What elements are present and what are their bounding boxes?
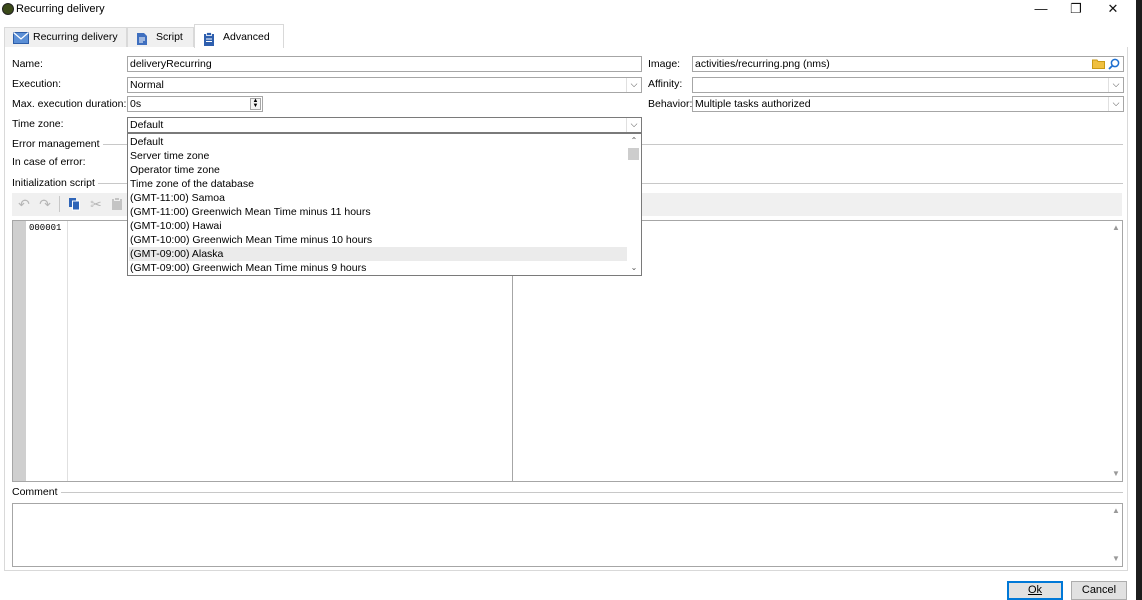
timezone-label: Time zone:: [12, 118, 64, 130]
paste-icon[interactable]: [110, 197, 124, 211]
toolbar-divider: [59, 196, 60, 212]
spinner-stepper[interactable]: ▲ ▼: [250, 98, 261, 110]
window-title: Recurring delivery: [16, 3, 105, 15]
scroll-up-icon[interactable]: ▲: [1110, 222, 1122, 234]
execution-label: Execution:: [12, 78, 62, 90]
list-item[interactable]: (GMT-11:00) Samoa: [129, 191, 627, 205]
tab-script[interactable]: Script: [127, 27, 194, 47]
timezone-dropdown-list: Default Server time zone Operator time z…: [127, 133, 642, 276]
error-management-label: Error management: [12, 138, 103, 150]
cancel-button[interactable]: Cancel: [1071, 581, 1127, 600]
timezone-select[interactable]: Default ⌵: [127, 117, 642, 133]
ok-button[interactable]: Ok: [1007, 581, 1063, 600]
copy-icon[interactable]: [67, 197, 81, 211]
chevron-down-icon[interactable]: ⌵: [1108, 78, 1123, 92]
behavior-select[interactable]: Multiple tasks authorized ⌵: [692, 96, 1124, 112]
affinity-label: Affinity:: [648, 78, 683, 90]
folder-icon[interactable]: [1092, 58, 1105, 73]
scroll-down-icon[interactable]: ▼: [1110, 553, 1122, 565]
redo-icon[interactable]: ↷: [38, 197, 52, 211]
name-label: Name:: [12, 58, 43, 70]
list-item[interactable]: (GMT-10:00) Greenwich Mean Time minus 10…: [129, 233, 627, 247]
list-item[interactable]: Operator time zone: [129, 163, 627, 177]
search-icon[interactable]: [1108, 58, 1120, 74]
in-case-of-error-label: In case of error:: [12, 156, 86, 168]
scroll-down-icon[interactable]: ▼: [1110, 468, 1122, 480]
list-item[interactable]: (GMT-11:00) Greenwich Mean Time minus 11…: [129, 205, 627, 219]
minimize-button[interactable]: —: [1022, 0, 1060, 20]
init-script-label: Initialization script: [12, 177, 98, 189]
comment-textarea[interactable]: [12, 503, 1123, 567]
list-item[interactable]: Default: [129, 135, 627, 149]
chevron-down-icon[interactable]: ⌵: [1108, 97, 1123, 111]
title-bar: [0, 0, 1142, 20]
editor-gutter: [13, 221, 26, 481]
tab-label: Recurring delivery: [33, 31, 118, 43]
chevron-down-icon[interactable]: ⌵: [626, 78, 641, 92]
line-number: 000001: [29, 223, 62, 233]
comment-label: Comment: [12, 486, 61, 498]
list-item[interactable]: (GMT-09:00) Alaska: [129, 247, 627, 261]
list-item[interactable]: (GMT-10:00) Hawai: [129, 219, 627, 233]
list-item[interactable]: (GMT-09:00) Greenwich Mean Time minus 9 …: [129, 261, 627, 275]
image-label: Image:: [648, 58, 681, 70]
timezone-value: Default: [130, 119, 164, 131]
scrollbar-thumb[interactable]: [628, 148, 639, 160]
execution-value: Normal: [130, 79, 164, 91]
tab-advanced[interactable]: Advanced: [194, 24, 284, 48]
scroll-down-icon[interactable]: ⌄: [628, 262, 640, 274]
close-button[interactable]: ✕: [1094, 0, 1132, 20]
image-value: activities/recurring.png (nms): [695, 58, 830, 70]
app-icon: [2, 3, 14, 15]
behavior-value: Multiple tasks authorized: [695, 98, 811, 110]
name-input[interactable]: deliveryRecurring: [127, 56, 642, 72]
tab-label: Advanced: [223, 31, 270, 43]
dropdown-scrollbar[interactable]: ⌃ ⌄: [627, 134, 641, 275]
image-input[interactable]: activities/recurring.png (nms): [692, 56, 1124, 72]
affinity-select[interactable]: ⌵: [692, 77, 1124, 93]
max-duration-label: Max. execution duration:: [12, 98, 127, 110]
chevron-down-icon[interactable]: ⌵: [626, 118, 641, 132]
list-item[interactable]: Server time zone: [129, 149, 627, 163]
gutter-divider: [67, 221, 68, 481]
execution-select[interactable]: Normal ⌵: [127, 77, 642, 93]
scroll-up-icon[interactable]: ▲: [1110, 505, 1122, 517]
max-duration-value: 0s: [130, 98, 142, 110]
undo-icon[interactable]: ↶: [17, 197, 31, 211]
tab-label: Script: [156, 31, 183, 43]
window-edge: [1136, 0, 1142, 600]
tab-recurring-delivery[interactable]: Recurring delivery: [4, 27, 127, 47]
scroll-up-icon[interactable]: ⌃: [628, 135, 640, 147]
cut-icon[interactable]: ✂: [89, 197, 103, 211]
tab-bar: Recurring delivery Script Advanced: [0, 24, 1134, 48]
max-duration-input[interactable]: 0s ▲ ▼: [127, 96, 263, 112]
list-item[interactable]: Time zone of the database: [129, 177, 627, 191]
comment-separator: [12, 492, 1123, 493]
restore-button[interactable]: ❐: [1057, 0, 1095, 20]
ok-button-label: Ok: [1027, 584, 1043, 596]
behavior-label: Behavior:: [648, 98, 693, 110]
